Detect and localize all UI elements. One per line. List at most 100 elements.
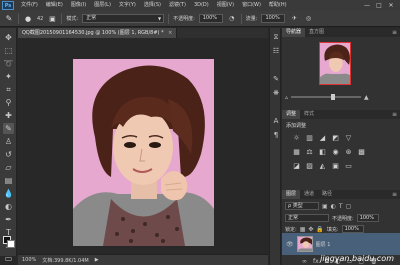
mode-select[interactable]: 正常 ▼	[82, 14, 165, 23]
link-layers-icon[interactable]: ∞	[302, 258, 307, 265]
tab-adjustments[interactable]: 调整	[282, 110, 301, 119]
brush-tool-icon[interactable]: ✎	[3, 123, 14, 134]
tool-presets-icon[interactable]: ✎	[271, 74, 281, 84]
tab-channels[interactable]: 通道	[300, 190, 318, 199]
gradient-map-icon[interactable]: ▭	[344, 162, 353, 171]
black-white-icon[interactable]: ◧	[318, 148, 327, 157]
filter-type-icon[interactable]: T	[339, 203, 343, 210]
eyedropper-tool-icon[interactable]: ⚲	[3, 97, 14, 108]
filter-adjustment-icon[interactable]: ◐	[331, 203, 336, 210]
brightness-icon[interactable]: ☼	[292, 134, 301, 143]
blend-mode-select[interactable]: 正常	[285, 214, 329, 222]
clone-stamp-tool-icon[interactable]: ♙	[3, 136, 14, 147]
layer-kind-filter[interactable]: ρ 类型	[285, 202, 319, 210]
zoom-in-icon[interactable]: ▲	[364, 94, 369, 101]
layer-row[interactable]: 👁 图层 1	[282, 233, 400, 255]
lock-position-icon[interactable]: ✥	[308, 226, 313, 233]
airbrush-icon[interactable]: ✈	[289, 14, 299, 24]
panel-menu-icon[interactable]: ≡	[392, 191, 400, 198]
menu-edit[interactable]: 编辑(E)	[42, 0, 67, 11]
photo-filter-icon[interactable]: ◉	[331, 148, 340, 157]
paragraph-icon[interactable]: ¶	[271, 130, 281, 140]
menu-filter[interactable]: 滤镜(T)	[165, 0, 190, 11]
layer-opacity-field[interactable]: 100%	[356, 214, 379, 222]
background-color-swatch[interactable]	[7, 240, 15, 248]
menu-image[interactable]: 图像(I)	[67, 0, 90, 11]
separator	[61, 13, 63, 24]
menu-type[interactable]: 文字(Y)	[115, 0, 140, 11]
menu-3d[interactable]: 3D(D)	[190, 0, 213, 11]
zoom-out-icon[interactable]: ▵	[285, 94, 288, 101]
selective-color-icon[interactable]: ▣	[331, 162, 340, 171]
tab-navigator[interactable]: 导航器	[282, 28, 306, 37]
brush-size-value[interactable]: 42	[37, 16, 43, 22]
dodge-tool-icon[interactable]: ◐	[3, 201, 14, 212]
healing-brush-tool-icon[interactable]: ✚	[3, 110, 14, 121]
properties-icon[interactable]: ☷	[271, 46, 281, 56]
brush-panel-icon[interactable]: ▣	[47, 14, 57, 24]
menu-file[interactable]: 文件(F)	[17, 0, 42, 11]
pressure-opacity-icon[interactable]: ◔	[227, 14, 237, 24]
visibility-eye-icon[interactable]: 👁	[286, 241, 294, 248]
quick-select-tool-icon[interactable]: ✦	[3, 71, 14, 82]
brush-tool-preset-icon[interactable]: ✎	[4, 14, 14, 24]
vibrance-icon[interactable]: ▽	[344, 134, 353, 143]
color-lookup-icon[interactable]: ▩	[357, 148, 366, 157]
menu-layer[interactable]: 图层(L)	[90, 0, 115, 11]
pressure-size-icon[interactable]: ◎	[303, 14, 313, 24]
invert-icon[interactable]: ◪	[292, 162, 301, 171]
exposure-icon[interactable]: ◩	[331, 134, 340, 143]
filter-shape-icon[interactable]: ▢	[346, 203, 352, 210]
filter-pixel-icon[interactable]: ▣	[322, 203, 328, 210]
close-tab-icon[interactable]: ×	[168, 30, 172, 36]
history-brush-tool-icon[interactable]: ↺	[3, 149, 14, 160]
lasso-tool-icon[interactable]: ➰	[3, 58, 14, 69]
move-tool-icon[interactable]: ✥	[3, 32, 14, 43]
panel-menu-icon[interactable]: ≡	[392, 29, 400, 36]
menu-view[interactable]: 视图(V)	[213, 0, 238, 11]
gradient-tool-icon[interactable]: ▤	[3, 175, 14, 186]
marquee-tool-icon[interactable]: ⬚	[3, 45, 14, 56]
layer-name[interactable]: 图层 1	[316, 241, 331, 248]
blur-tool-icon[interactable]: 💧	[3, 188, 14, 199]
zoom-level[interactable]: 100%	[22, 257, 36, 263]
tab-paths[interactable]: 路径	[318, 190, 336, 199]
panel-menu-icon[interactable]: ≡	[392, 111, 400, 118]
brush-tip-icon[interactable]: ●	[23, 14, 33, 24]
opacity-field[interactable]: 100%	[198, 14, 223, 23]
tab-styles[interactable]: 样式	[300, 110, 318, 119]
canvas-area[interactable]	[18, 38, 268, 254]
menu-window[interactable]: 窗口(W)	[238, 0, 265, 11]
lock-all-icon[interactable]: 🔒	[316, 226, 323, 233]
brush-presets-icon[interactable]: ❋	[271, 88, 281, 98]
close-button[interactable]: ✕	[388, 2, 394, 9]
character-icon[interactable]: A	[271, 116, 281, 126]
threshold-icon[interactable]: ◭	[318, 162, 327, 171]
flow-field[interactable]: 100%	[261, 14, 286, 23]
eraser-tool-icon[interactable]: ▱	[3, 162, 14, 173]
shape-tool-icon[interactable]: ▭	[3, 253, 14, 264]
fill-field[interactable]: 100%	[341, 225, 364, 233]
navigator-preview[interactable]	[319, 42, 351, 85]
maximize-button[interactable]: □	[376, 2, 382, 9]
document-tab[interactable]: QQ截图20150901164530.jpg @ 100% (图层 1, RGB…	[18, 28, 178, 38]
channel-mixer-icon[interactable]: ⊛	[344, 148, 353, 157]
pen-tool-icon[interactable]: ✒	[3, 214, 14, 225]
color-balance-icon[interactable]: ⚖	[305, 148, 314, 157]
layer-style-icon[interactable]: fx	[313, 258, 319, 265]
tab-layers[interactable]: 图层	[282, 190, 301, 199]
menu-select[interactable]: 选择(S)	[140, 0, 165, 11]
status-arrow-icon[interactable]: ▶	[95, 257, 99, 263]
zoom-slider[interactable]	[291, 94, 362, 100]
menu-help[interactable]: 帮助(H)	[265, 0, 291, 11]
hue-saturation-icon[interactable]: ▦	[292, 148, 301, 157]
crop-tool-icon[interactable]: ⌗	[3, 84, 14, 95]
levels-icon[interactable]: ▥	[305, 134, 314, 143]
posterize-icon[interactable]: ▨	[305, 162, 314, 171]
minimize-button[interactable]: —	[364, 2, 370, 9]
portrait-image[interactable]	[73, 59, 214, 246]
curves-icon[interactable]: ◢	[318, 134, 327, 143]
tab-histogram[interactable]: 直方图	[305, 28, 328, 37]
history-icon[interactable]: ⧖	[271, 32, 281, 42]
lock-pixels-icon[interactable]: ▦	[300, 226, 306, 233]
